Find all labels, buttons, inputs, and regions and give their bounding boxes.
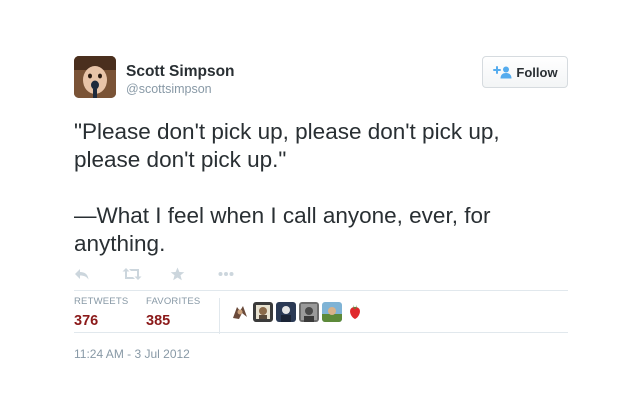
retweets-label: RETWEETS (74, 296, 129, 307)
avatar[interactable] (230, 302, 250, 322)
avatar[interactable] (299, 302, 319, 322)
retweets-count: 376 (74, 313, 99, 329)
avatar[interactable] (74, 56, 116, 98)
tweet-timestamp[interactable]: 11:24 AM - 3 Jul 2012 (74, 347, 190, 361)
avatar[interactable] (276, 302, 296, 322)
reply-icon[interactable] (74, 266, 122, 282)
favorites-label: FAVORITES (146, 296, 201, 307)
favorites-stat[interactable]: FAVORITES 385 (146, 296, 200, 331)
avatar[interactable] (253, 302, 273, 322)
tweet-paragraph: —What I feel when I call anyone, ever, f… (74, 203, 491, 256)
retweets-stat[interactable]: RETWEETS 376 (74, 296, 128, 331)
retweet-icon[interactable] (122, 266, 170, 282)
tweet-stats: RETWEETS 376 FAVORITES 385 (74, 296, 568, 342)
user-info: Scott Simpson @scottsimpson (126, 63, 235, 97)
follow-label: Follow (516, 64, 558, 80)
add-user-icon (492, 65, 512, 79)
tweet-paragraph: "Please don't pick up, please don't pick… (74, 119, 500, 172)
user-screen-name[interactable]: @scottsimpson (126, 81, 235, 97)
avatar[interactable] (322, 302, 342, 322)
user-full-name[interactable]: Scott Simpson (126, 63, 235, 81)
follow-button[interactable]: Follow (482, 56, 568, 88)
tweet-text: "Please don't pick up, please don't pick… (74, 118, 568, 258)
stats-separator (219, 298, 220, 334)
favorite-icon[interactable] (170, 266, 218, 282)
favoriters-avatars (230, 302, 365, 322)
tweet-actions (74, 266, 266, 282)
favorites-count: 385 (146, 313, 171, 329)
avatar[interactable] (345, 302, 365, 322)
divider (74, 332, 568, 333)
divider (74, 290, 568, 291)
more-icon[interactable] (218, 266, 266, 282)
